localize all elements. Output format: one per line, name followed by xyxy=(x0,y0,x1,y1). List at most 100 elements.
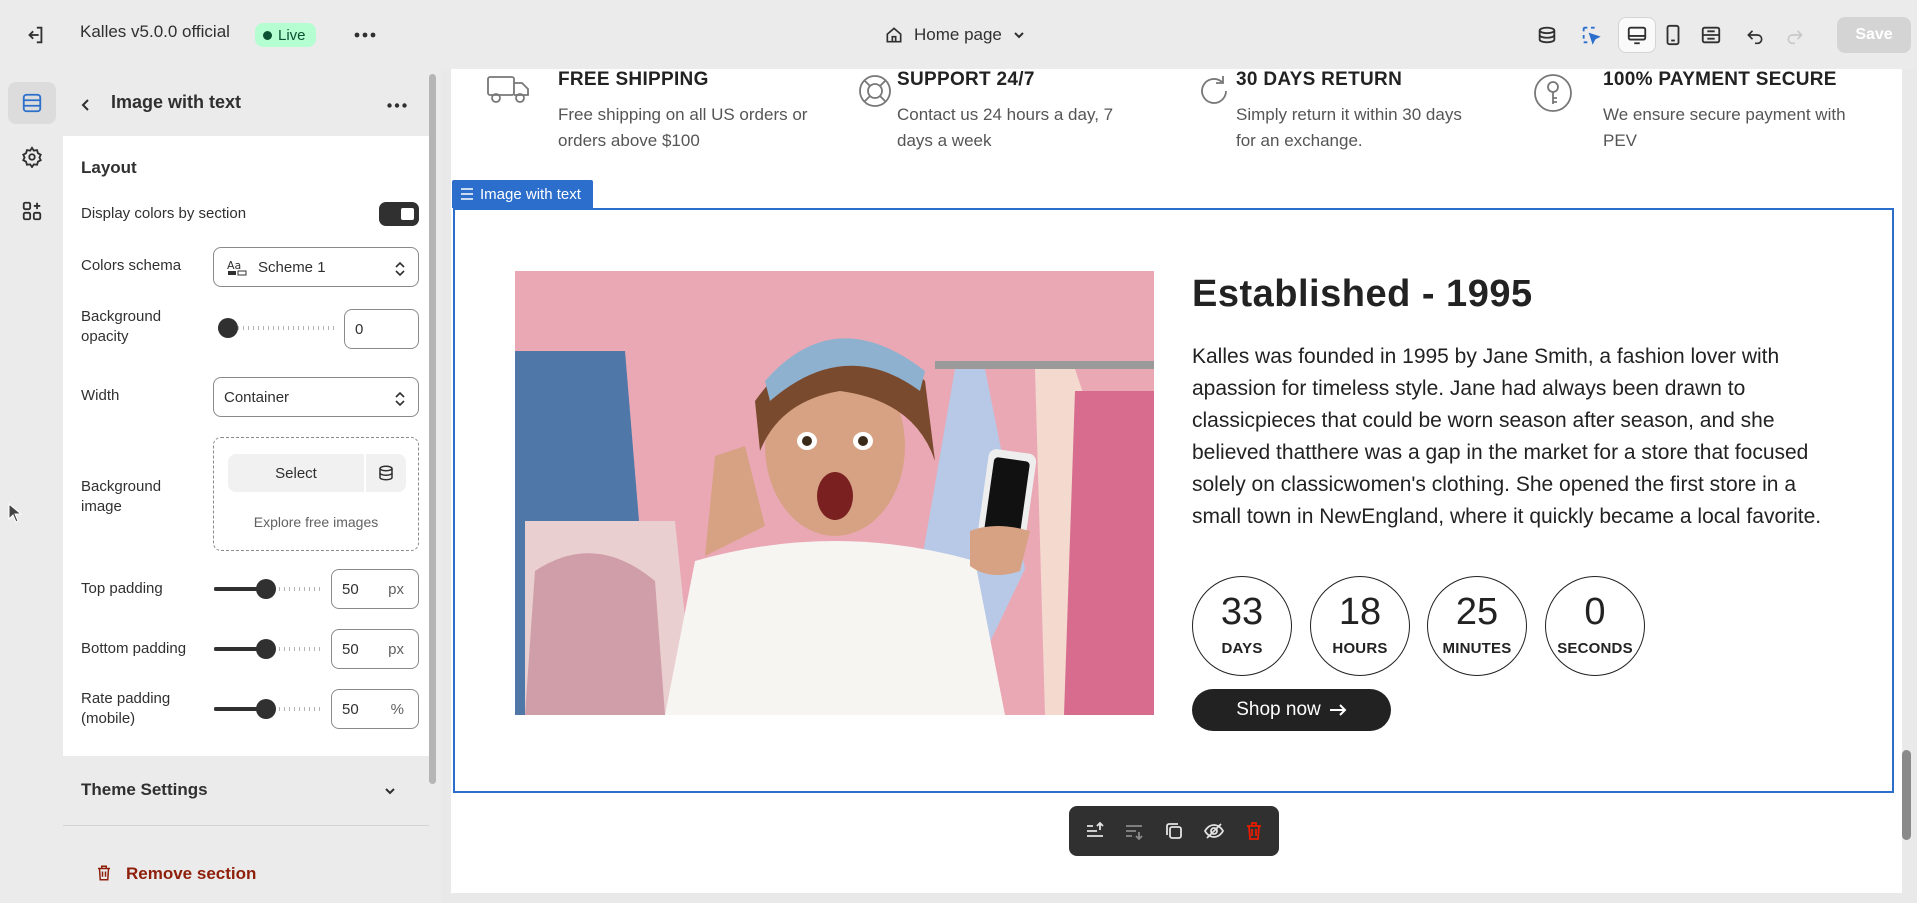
select-arrows-icon xyxy=(395,261,405,277)
explore-images-link[interactable]: Explore free images xyxy=(214,514,418,530)
remove-section-label: Remove section xyxy=(126,864,257,883)
move-down-icon[interactable] xyxy=(1120,818,1148,844)
duplicate-icon[interactable] xyxy=(1160,818,1188,844)
bottom-padding-slider[interactable] xyxy=(214,639,322,659)
section-tag[interactable]: Image with text xyxy=(452,180,593,208)
countdown-unit: SECONDS xyxy=(1557,640,1633,657)
desktop-icon[interactable] xyxy=(1618,17,1656,53)
chevron-down-icon xyxy=(1014,32,1024,39)
delete-icon[interactable] xyxy=(1240,818,1268,844)
chevron-down-icon xyxy=(385,788,395,795)
arrow-right-icon xyxy=(1329,704,1347,716)
select-arrows-icon xyxy=(395,391,405,407)
countdown-minutes: 25 MINUTES xyxy=(1427,576,1527,676)
bg-opacity-value: 0 xyxy=(355,320,364,338)
apps-icon[interactable] xyxy=(1530,18,1564,52)
home-icon xyxy=(886,27,902,43)
countdown-seconds: 0 SECONDS xyxy=(1545,576,1645,676)
trash-icon xyxy=(98,865,110,881)
feature-title: FREE SHIPPING xyxy=(558,69,709,90)
width-label: Width xyxy=(81,387,120,404)
theme-settings-row[interactable]: Theme Settings xyxy=(63,762,429,826)
settings-icon[interactable] xyxy=(8,136,56,178)
top-padding-input[interactable]: 50 px xyxy=(331,569,419,609)
move-up-icon[interactable] xyxy=(1081,818,1109,844)
redo-icon[interactable] xyxy=(1778,18,1812,52)
bg-opacity-input[interactable]: 0 xyxy=(344,309,419,349)
section-body-text: Kalles was founded in 1995 by Jane Smith… xyxy=(1192,345,1822,528)
width-select[interactable]: Container xyxy=(213,377,419,417)
back-arrow-icon[interactable] xyxy=(73,92,99,118)
countdown-days: 33 DAYS xyxy=(1192,576,1292,676)
shop-now-button[interactable]: Shop now xyxy=(1192,689,1391,731)
mobile-icon[interactable] xyxy=(1656,18,1690,52)
top-padding-slider[interactable] xyxy=(214,579,322,599)
countdown-unit: DAYS xyxy=(1221,640,1263,657)
display-colors-toggle[interactable] xyxy=(379,202,419,226)
feature-desc: Contact us 24 hours a day, 7 days a week xyxy=(897,105,1114,150)
theme-settings-label: Theme Settings xyxy=(81,780,208,799)
bg-image-picker: Select Explore free images xyxy=(213,437,419,551)
undo-icon[interactable] xyxy=(1738,18,1772,52)
countdown-unit: HOURS xyxy=(1332,640,1388,657)
page-selector-label: Home page xyxy=(914,25,1002,44)
status-badge-label: Live xyxy=(278,26,306,44)
inspector-icon[interactable] xyxy=(1574,18,1608,52)
refresh-icon xyxy=(1201,76,1227,104)
key-icon xyxy=(1534,74,1572,112)
countdown-value: 25 xyxy=(1455,591,1499,633)
rate-padding-slider[interactable] xyxy=(214,699,322,719)
media-library-icon[interactable] xyxy=(366,454,406,492)
bg-opacity-slider[interactable] xyxy=(218,318,338,338)
countdown-value: 33 xyxy=(1220,591,1264,633)
feature-desc: Free shipping on all US orders or orders… xyxy=(558,105,808,150)
colors-schema-label: Colors schema xyxy=(81,257,182,274)
remove-section-button[interactable]: Remove section xyxy=(63,842,429,902)
rate-padding-input[interactable]: 50% xyxy=(331,689,419,729)
panel-header: Image with text xyxy=(63,80,429,130)
panel-more-icon[interactable] xyxy=(380,90,414,120)
feature-title: 100% PAYMENT SECURE xyxy=(1603,69,1837,90)
countdown-hours: 18 HOURS xyxy=(1310,576,1410,676)
hero-image xyxy=(515,271,1154,715)
feature-desc: We ensure secure payment with PEV xyxy=(1603,105,1846,150)
bottom-padding-input[interactable]: 50 px xyxy=(331,629,419,669)
layout-card: Layout Display colors by section Colors … xyxy=(63,136,429,756)
status-badge: Live xyxy=(255,23,316,47)
bottom-padding-unit: px xyxy=(388,640,404,658)
width-value: Container xyxy=(224,388,290,406)
preview-scrollbar[interactable] xyxy=(1902,750,1911,840)
colors-schema-value: Scheme 1 xyxy=(258,258,326,276)
mouse-cursor-icon xyxy=(8,503,22,523)
truck-icon xyxy=(487,76,529,103)
rate-padding-value: 50 xyxy=(342,700,359,718)
more-icon[interactable] xyxy=(348,20,382,50)
live-dot-icon xyxy=(263,30,272,40)
shop-now-label: Shop now xyxy=(1236,699,1321,720)
exit-icon[interactable] xyxy=(18,20,52,50)
apps-grid-icon[interactable] xyxy=(8,190,56,232)
countdown-unit: MINUTES xyxy=(1442,640,1512,657)
fullwidth-icon[interactable] xyxy=(1694,18,1728,52)
feature-title: SUPPORT 24/7 xyxy=(897,69,1035,90)
bottom-padding-label: Bottom padding xyxy=(81,640,187,657)
feature-title: 30 DAYS RETURN xyxy=(1236,69,1403,90)
store-name: Kalles v5.0.0 official xyxy=(80,22,230,41)
rate-padding-unit: % xyxy=(390,700,404,718)
display-colors-label: Display colors by section xyxy=(81,205,247,222)
panel-scrollbar[interactable] xyxy=(429,74,436,784)
colors-schema-select[interactable]: Aa Scheme 1 xyxy=(213,247,419,287)
feature-desc: Simply return it within 30 days for an e… xyxy=(1236,105,1462,150)
sections-icon[interactable] xyxy=(8,82,56,124)
section-icon xyxy=(461,188,473,200)
top-padding-label: Top padding xyxy=(81,580,163,597)
section-actions-toolbar xyxy=(1069,806,1279,856)
scheme-swatch-icon: Aa xyxy=(227,259,247,276)
bg-opacity-label: Background opacity xyxy=(81,308,162,345)
hide-icon[interactable] xyxy=(1200,818,1228,844)
top-padding-unit: px xyxy=(388,580,404,598)
save-button[interactable]: Save xyxy=(1837,17,1911,53)
bg-image-select-button[interactable]: Select xyxy=(228,454,364,492)
bottom-padding-value: 50 xyxy=(342,640,359,658)
page-selector[interactable]: Home page xyxy=(884,21,1026,49)
